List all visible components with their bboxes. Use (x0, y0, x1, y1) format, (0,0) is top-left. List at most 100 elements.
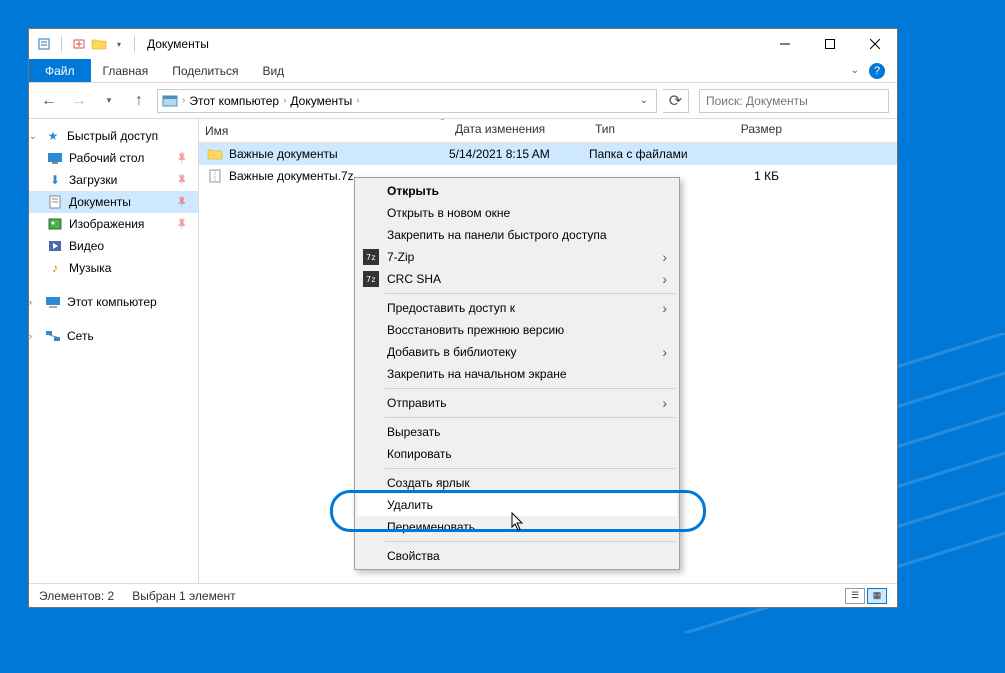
back-button[interactable]: ← (37, 89, 61, 113)
menu-grant-access[interactable]: Предоставить доступ к (357, 297, 677, 319)
titlebar[interactable]: ▾ Документы (29, 29, 897, 59)
qat-divider (61, 36, 62, 52)
forward-button[interactable]: → (67, 89, 91, 113)
help-icon[interactable]: ? (869, 63, 885, 79)
view-details-button[interactable]: ☰ (845, 588, 865, 604)
close-button[interactable] (852, 29, 897, 59)
menu-properties[interactable]: Свойства (357, 545, 677, 567)
computer-icon (45, 295, 61, 309)
pictures-icon (47, 217, 63, 231)
properties-icon[interactable] (35, 35, 53, 53)
ribbon-tab-home[interactable]: Главная (91, 59, 161, 82)
sidebar-item-label: Видео (69, 239, 104, 253)
column-size[interactable]: Размер (709, 119, 789, 142)
ribbon-tab-file[interactable]: Файл (29, 59, 91, 82)
menu-cut[interactable]: Вырезать (357, 421, 677, 443)
7zip-icon: 7z (363, 271, 379, 287)
menu-crc-sha[interactable]: 7zCRC SHA (357, 268, 677, 290)
title-divider (134, 36, 135, 52)
file-size: 1 КБ (709, 169, 789, 183)
downloads-icon: ⬇ (47, 173, 63, 187)
menu-separator (385, 388, 675, 389)
refresh-button[interactable]: ⟳ (663, 89, 689, 113)
qat-dropdown-icon[interactable]: ▾ (110, 35, 128, 53)
address-bar[interactable]: › Этот компьютер › Документы › ⌄ (157, 89, 657, 113)
status-count: Элементов: 2 (39, 589, 114, 603)
breadcrumb-separator[interactable]: › (356, 95, 359, 106)
chevron-right-icon[interactable]: › (29, 331, 39, 341)
sidebar-label: Сеть (67, 329, 94, 343)
menu-separator (385, 468, 675, 469)
sidebar-item-desktop[interactable]: Рабочий стол (29, 147, 198, 169)
navigation-pane: ⌄ ★ Быстрый доступ Рабочий стол ⬇ Загруз… (29, 119, 199, 583)
status-selection: Выбран 1 элемент (132, 589, 235, 603)
sidebar-item-label: Загрузки (69, 173, 117, 187)
recent-locations-icon[interactable]: ▾ (97, 89, 121, 113)
sidebar-item-label: Изображения (69, 217, 144, 231)
sidebar-item-label: Рабочий стол (69, 151, 144, 165)
folder-title-icon (90, 35, 108, 53)
search-input[interactable] (699, 89, 889, 113)
menu-send-to[interactable]: Отправить (357, 392, 677, 414)
statusbar: Элементов: 2 Выбран 1 элемент ☰ ▦ (29, 583, 897, 607)
sidebar-item-pictures[interactable]: Изображения (29, 213, 198, 235)
up-button[interactable]: ↑ (127, 89, 151, 113)
file-date: 5/14/2021 8:15 AM (449, 147, 589, 161)
menu-delete[interactable]: Удалить (357, 494, 677, 516)
sort-ascending-icon: ⌃ (439, 119, 446, 126)
menu-add-library[interactable]: Добавить в библиотеку (357, 341, 677, 363)
menu-separator (385, 541, 675, 542)
sidebar-item-documents[interactable]: Документы (29, 191, 198, 213)
file-name: Важные документы (229, 147, 338, 161)
star-icon: ★ (45, 129, 61, 143)
new-folder-icon[interactable] (70, 35, 88, 53)
folder-icon (162, 94, 178, 108)
menu-pin-start[interactable]: Закрепить на начальном экране (357, 363, 677, 385)
menu-create-shortcut[interactable]: Создать ярлык (357, 472, 677, 494)
7zip-icon: 7z (363, 249, 379, 265)
breadcrumb-this-pc[interactable]: Этот компьютер (185, 94, 283, 108)
documents-icon (47, 195, 63, 209)
menu-open-new-window[interactable]: Открыть в новом окне (357, 202, 677, 224)
videos-icon (47, 239, 63, 253)
ribbon-expand-icon[interactable]: ⌄ (851, 65, 859, 76)
menu-separator (385, 417, 675, 418)
sidebar-item-music[interactable]: ♪ Музыка (29, 257, 198, 279)
ribbon-tab-share[interactable]: Поделиться (160, 59, 250, 82)
folder-icon (207, 147, 223, 161)
menu-pin-quick-access[interactable]: Закрепить на панели быстрого доступа (357, 224, 677, 246)
sidebar-quick-access[interactable]: ⌄ ★ Быстрый доступ (29, 125, 198, 147)
minimize-button[interactable] (762, 29, 807, 59)
maximize-button[interactable] (807, 29, 852, 59)
breadcrumb-documents[interactable]: Документы (286, 94, 356, 108)
ribbon-tabs: Файл Главная Поделиться Вид ⌄ ? (29, 59, 897, 83)
ribbon-tab-view[interactable]: Вид (250, 59, 296, 82)
column-name[interactable]: Имя (199, 119, 449, 142)
window-title: Документы (147, 37, 209, 51)
view-icons-button[interactable]: ▦ (867, 588, 887, 604)
column-date[interactable]: Дата изменения (449, 119, 589, 142)
menu-separator (385, 293, 675, 294)
sidebar-label: Быстрый доступ (67, 129, 158, 143)
file-row[interactable]: Важные документы 5/14/2021 8:15 AM Папка… (199, 143, 897, 165)
chevron-down-icon[interactable]: ⌄ (29, 131, 39, 142)
navigation-bar: ← → ▾ ↑ › Этот компьютер › Документы › ⌄… (29, 83, 897, 119)
menu-rename[interactable]: Переименовать (357, 516, 677, 538)
menu-restore-version[interactable]: Восстановить прежнюю версию (357, 319, 677, 341)
sidebar-label: Этот компьютер (67, 295, 157, 309)
sidebar-this-pc[interactable]: › Этот компьютер (29, 291, 198, 313)
menu-copy[interactable]: Копировать (357, 443, 677, 465)
chevron-right-icon[interactable]: › (29, 297, 39, 307)
column-type[interactable]: Тип (589, 119, 709, 142)
sidebar-network[interactable]: › Сеть (29, 325, 198, 347)
address-dropdown-icon[interactable]: ⌄ (636, 95, 652, 106)
network-icon (45, 329, 61, 343)
sidebar-item-downloads[interactable]: ⬇ Загрузки (29, 169, 198, 191)
menu-7zip[interactable]: 7z7-Zip (357, 246, 677, 268)
context-menu: Открыть Открыть в новом окне Закрепить н… (354, 177, 680, 570)
menu-open[interactable]: Открыть (357, 180, 677, 202)
sidebar-item-videos[interactable]: Видео (29, 235, 198, 257)
music-icon: ♪ (47, 261, 63, 275)
quick-access-toolbar: ▾ (35, 35, 128, 53)
file-name: Важные документы.7z (229, 169, 354, 183)
